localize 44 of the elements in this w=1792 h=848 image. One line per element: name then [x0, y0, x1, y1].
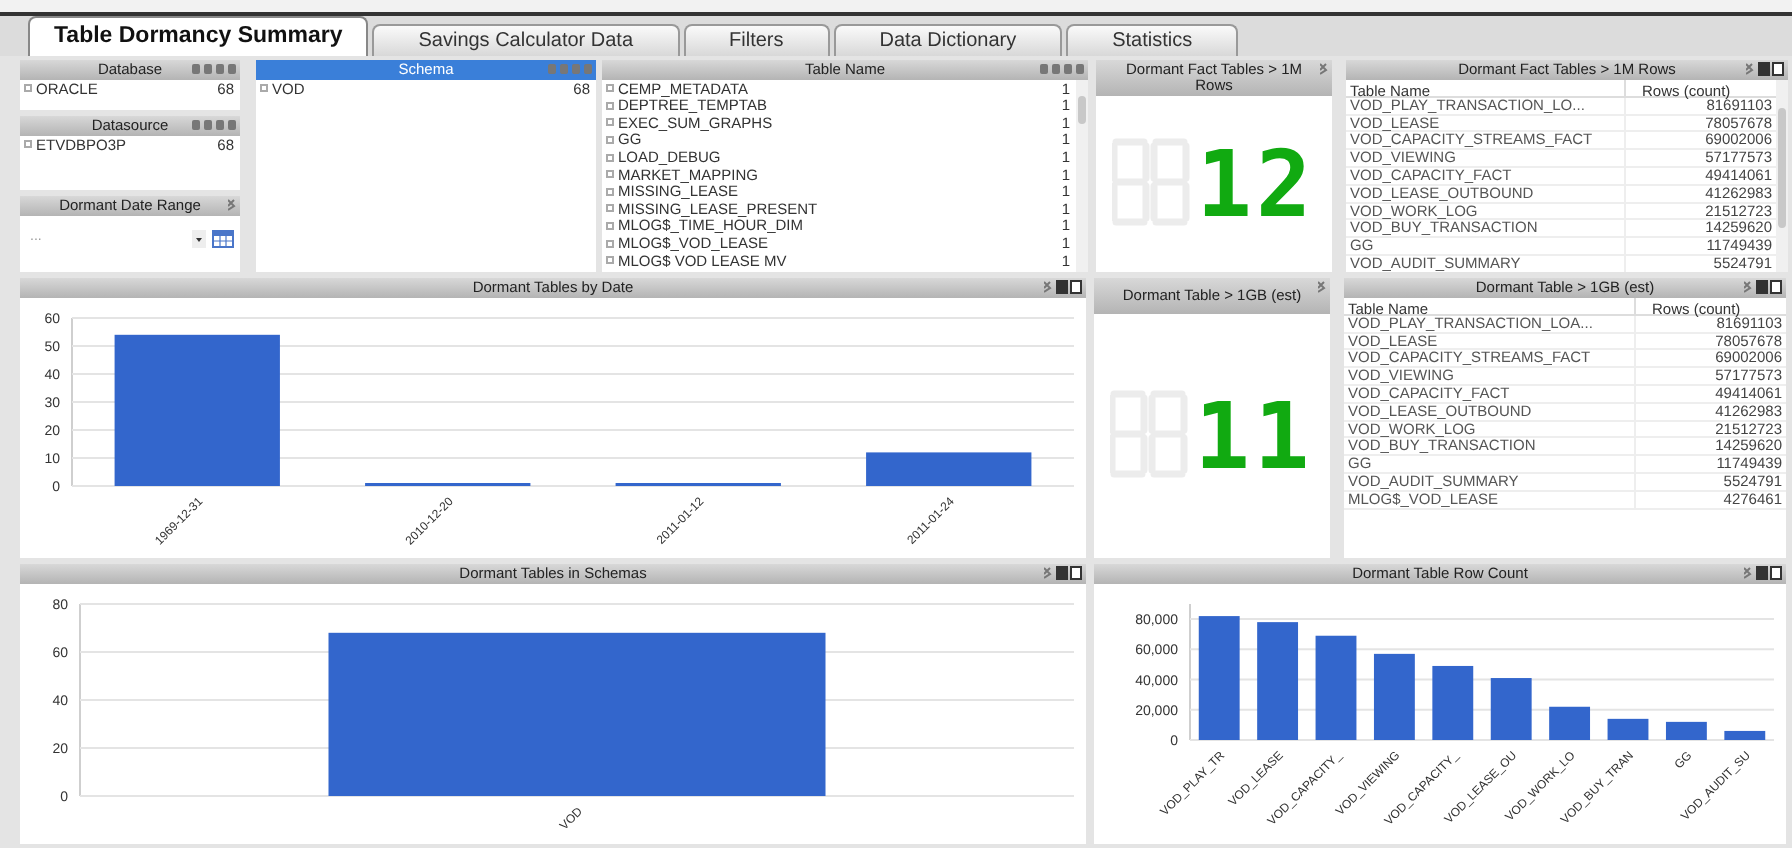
- item-checkbox-icon: [24, 84, 32, 93]
- bar: [1315, 635, 1357, 740]
- dropdown-icon[interactable]: [192, 230, 206, 248]
- scrollbar[interactable]: [1776, 80, 1788, 272]
- item-checkbox-icon: [606, 84, 614, 93]
- bar: [1490, 678, 1532, 740]
- item-checkbox-icon: [606, 239, 614, 248]
- bar: [1373, 653, 1415, 740]
- item-checkbox-icon: [606, 187, 614, 196]
- tab[interactable]: Filters: [683, 24, 830, 56]
- window-controls-icon[interactable]: [1044, 566, 1082, 580]
- item-checkbox-icon: [606, 204, 614, 213]
- bar: [1607, 718, 1649, 740]
- bar: [1724, 730, 1766, 740]
- window-controls-icon[interactable]: [1744, 280, 1782, 294]
- window-controls-icon[interactable]: [1744, 566, 1782, 580]
- item-checkbox-icon: [606, 170, 614, 179]
- caption-tools-icon[interactable]: [192, 62, 236, 76]
- bar: [1665, 721, 1707, 740]
- tab[interactable]: Data Dictionary: [833, 24, 1063, 56]
- item-checkbox-icon: [606, 118, 614, 127]
- y-axis-line: [1189, 603, 1191, 741]
- item-checkbox-icon: [606, 256, 614, 265]
- caption-tools-icon[interactable]: [1040, 62, 1084, 76]
- bar: [1432, 665, 1474, 740]
- caption-tools-icon[interactable]: [192, 118, 236, 132]
- tab[interactable]: Savings Calculator Data: [372, 24, 680, 56]
- item-checkbox-icon: [606, 153, 614, 162]
- window-controls-icon[interactable]: [1746, 62, 1784, 76]
- bar: [1549, 706, 1591, 740]
- calendar-icon[interactable]: [212, 230, 234, 248]
- scrollbar[interactable]: [1076, 80, 1088, 272]
- item-checkbox-icon: [260, 84, 268, 93]
- tab[interactable]: Table Dormancy Summary: [28, 16, 369, 56]
- bar: [1198, 616, 1240, 740]
- item-checkbox-icon: [606, 101, 614, 110]
- item-checkbox-icon: [606, 136, 614, 145]
- window-controls-icon[interactable]: [1044, 280, 1082, 294]
- item-checkbox-icon: [24, 140, 32, 149]
- led-value: 11: [1194, 390, 1314, 482]
- item-checkbox-icon: [606, 222, 614, 231]
- tab[interactable]: Statistics: [1066, 24, 1239, 56]
- bar: [1257, 622, 1299, 740]
- led-value: 12: [1196, 138, 1316, 230]
